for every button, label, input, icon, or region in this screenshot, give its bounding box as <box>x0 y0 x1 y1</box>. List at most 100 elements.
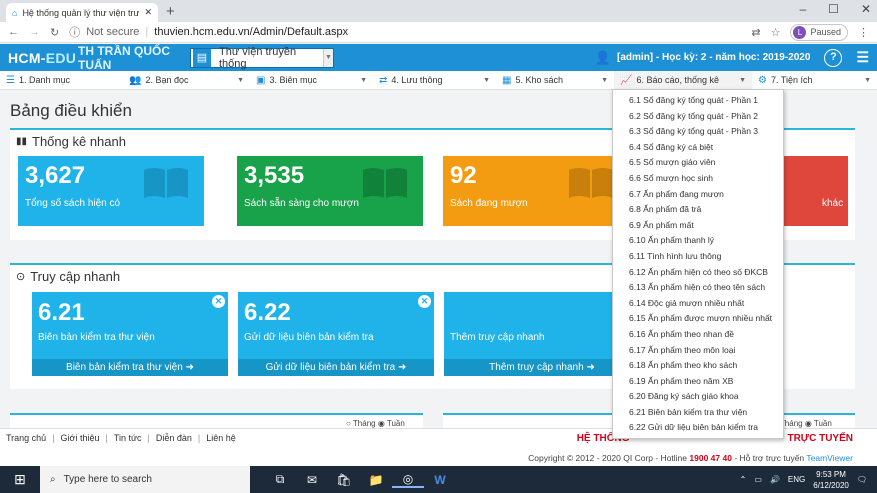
menu-item-bao-cao[interactable]: 📈 6. Báo cáo, thống kê ▼ <box>614 70 752 90</box>
url-text[interactable]: thuvien.hcm.edu.vn/Admin/Default.aspx <box>154 26 348 38</box>
footer-link-about[interactable]: Giới thiệu <box>61 433 100 443</box>
footer-copyright: Copyright © 2012 - 2020 QI Corp - Hotlin… <box>528 453 853 463</box>
quick-card-6-21[interactable]: ✕ 6.21 Biên bản kiểm tra thư viện Biên b… <box>32 292 228 376</box>
windows-start-icon[interactable]: ⊞ <box>0 471 40 488</box>
new-tab-button[interactable]: + <box>166 3 175 20</box>
back-icon[interactable]: ← <box>8 26 19 38</box>
chevron-down-icon: ▼ <box>739 76 746 84</box>
period-radio-left[interactable]: ○ Tháng ◉ Tuần <box>346 419 405 428</box>
dropdown-item[interactable]: 6.13 Ấn phẩm hiện có theo tên sách <box>613 280 783 296</box>
language-indicator[interactable]: ENG <box>788 475 805 484</box>
list-icon: ☰ <box>6 74 15 86</box>
help-icon[interactable]: ? <box>824 48 843 67</box>
minimize-icon[interactable]: – <box>799 2 806 16</box>
chevron-down-icon: ▼ <box>864 76 871 84</box>
stat-card-borrowed[interactable]: 92 Sách đang mượn <box>443 156 629 226</box>
chevron-down-icon[interactable]: ▼ <box>323 48 333 67</box>
stat-card-total[interactable]: 3,627 Tổng số sách hiện có <box>18 156 204 226</box>
dropdown-item[interactable]: 6.1 Sổ đăng ký tổng quát - Phần 1 <box>613 93 783 109</box>
dropdown-item[interactable]: 6.19 Ấn phẩm theo năm XB <box>613 374 783 390</box>
quick-footer-link[interactable]: Biên bản kiểm tra thư viện ➜ <box>32 359 228 376</box>
footer-link-news[interactable]: Tin tức <box>114 433 142 443</box>
menu-item-ban-doc[interactable]: 👥 2. Bạn đọc ▼ <box>123 71 250 90</box>
book-icon <box>363 168 407 198</box>
stats-title-text: Thống kê nhanh <box>32 134 126 149</box>
close-window-icon[interactable]: ✕ <box>861 2 871 16</box>
dropdown-item[interactable]: 6.7 Ấn phẩm đang mượn <box>613 187 783 203</box>
menu-item-kho-sach[interactable]: ▦ 5. Kho sách ▼ <box>496 71 614 90</box>
menu-toggle-icon[interactable]: ☰ <box>856 49 869 66</box>
chevron-up-icon[interactable]: ⌃ <box>740 475 747 484</box>
dropdown-item[interactable]: 6.8 Ấn phẩm đã trả <box>613 202 783 218</box>
dropdown-item[interactable]: 6.18 Ấn phẩm theo kho sách <box>613 358 783 374</box>
network-icon[interactable]: ▭ <box>754 475 762 484</box>
menu-item-danh-muc[interactable]: ☰ 1. Danh mục <box>0 71 123 90</box>
chrome-icon[interactable]: ◎ <box>392 472 424 488</box>
library-select[interactable]: ▤ Thư viện truyền thống ▼ <box>190 46 334 70</box>
dropdown-item[interactable]: 6.10 Ấn phẩm thanh lý <box>613 233 783 249</box>
taskbar-search[interactable]: ⌕ Type here to search <box>40 466 250 493</box>
main-menu: ☰ 1. Danh mục 👥 2. Bạn đọc ▼ ▣ 3. Biên mục ▼ … <box>0 70 877 90</box>
close-icon[interactable]: ✕ <box>212 295 225 308</box>
teamviewer-link[interactable]: TeamViewer <box>806 453 853 463</box>
quick-footer-link[interactable]: Thêm truy cập nhanh ➜ <box>444 359 640 376</box>
catalog-icon: ▣ <box>256 74 266 86</box>
dropdown-item[interactable]: 6.17 Ấn phẩm theo môn loại <box>613 343 783 359</box>
bookmark-star-icon[interactable]: ☆ <box>771 26 781 39</box>
profile-paused-button[interactable]: L Paused <box>790 23 848 41</box>
maximize-icon[interactable]: ☐ <box>828 2 839 16</box>
dropdown-item[interactable]: 6.6 Sổ mượn học sinh <box>613 171 783 187</box>
close-tab-icon[interactable]: ✕ <box>144 7 152 18</box>
forward-icon[interactable]: → <box>29 26 40 38</box>
task-view-icon[interactable]: ⧉ <box>264 472 296 487</box>
dropdown-item[interactable]: 6.20 Đăng ký sách giáo khoa <box>613 389 783 405</box>
dropdown-item[interactable]: 6.9 Ấn phẩm mất <box>613 218 783 234</box>
clock-time: 9:53 PM <box>816 469 846 479</box>
stat-card-available[interactable]: 3,535 Sách sẵn sàng cho mượn <box>237 156 423 226</box>
translate-icon[interactable]: ⇄ <box>751 26 760 39</box>
reload-icon[interactable]: ↻ <box>50 26 59 39</box>
book-icon <box>569 168 613 198</box>
omnibox[interactable]: ⓘ Not secure | thuvien.hcm.edu.vn/Admin/… <box>69 24 348 40</box>
word-icon[interactable]: W <box>424 473 456 487</box>
volume-icon[interactable]: 🔊 <box>770 475 780 484</box>
more-menu-icon[interactable]: ⋮ <box>858 26 869 39</box>
dropdown-item[interactable]: 6.14 Độc giả mượn nhiều nhất <box>613 296 783 312</box>
store-icon[interactable]: 🛍 <box>328 473 360 487</box>
notification-icon[interactable]: 🗨 <box>857 475 867 484</box>
folder-icon[interactable]: 📁 <box>360 473 392 487</box>
hotline-number[interactable]: 1900 47 40 <box>689 453 732 463</box>
dropdown-item[interactable]: 6.4 Sổ đăng ký cá biệt <box>613 140 783 156</box>
compass-icon: ⊙ <box>16 271 26 283</box>
info-icon[interactable]: ⓘ <box>69 24 80 40</box>
dropdown-item[interactable]: 6.22 Gửi dữ liệu biên bản kiểm tra <box>613 420 783 436</box>
arrow-right-icon: ➜ <box>185 362 194 373</box>
footer-link-forum[interactable]: Diễn đàn <box>156 433 192 443</box>
footer-link-home[interactable]: Trang chủ <box>6 433 46 443</box>
menu-item-bien-muc[interactable]: ▣ 3. Biên mục ▼ <box>250 71 373 90</box>
browser-actions: ⇄ ☆ L Paused ⋮ <box>751 23 869 41</box>
dropdown-item[interactable]: 6.11 Tình hình lưu thông <box>613 249 783 265</box>
dropdown-item[interactable]: 6.15 Ấn phẩm được mượn nhiều nhất <box>613 311 783 327</box>
footer-link-contact[interactable]: Liên hệ <box>206 433 236 443</box>
dropdown-item[interactable]: 6.3 Sổ đăng ký tổng quát - Phần 3 <box>613 124 783 140</box>
dropdown-item[interactable]: 6.2 Sổ đăng ký tổng quát - Phần 2 <box>613 109 783 125</box>
menu-item-tien-ich[interactable]: ⚙ 7. Tiện ích ▼ <box>752 71 877 90</box>
quick-card-add[interactable]: Thêm truy cập nhanh Thêm truy cập nhanh … <box>444 292 640 376</box>
dropdown-item[interactable]: 6.5 Sổ mượn giáo viên <box>613 155 783 171</box>
browser-tab-strip: ⌂ Hệ thống quản lý thư viện trườ ✕ + – ☐… <box>0 0 877 22</box>
quick-card-6-22[interactable]: ✕ 6.22 Gửi dữ liệu biên bản kiểm tra Gửi… <box>238 292 434 376</box>
menu-item-luu-thong[interactable]: ⇄ 4. Lưu thông ▼ <box>373 71 496 90</box>
brand-logo[interactable]: HCM-EDU <box>0 50 78 66</box>
browser-tab[interactable]: ⌂ Hệ thống quản lý thư viện trườ ✕ <box>6 3 158 22</box>
quick-footer-link[interactable]: Gửi dữ liệu biên bản kiểm tra ➜ <box>238 359 434 376</box>
close-icon[interactable]: ✕ <box>418 295 431 308</box>
library-icon: ▤ <box>193 48 211 67</box>
clock[interactable]: 9:53 PM 6/12/2020 <box>813 469 849 491</box>
app-header: HCM-EDU TH TRẦN QUỐC TUẤN ▤ Thư viện tru… <box>0 44 877 72</box>
dropdown-item[interactable]: 6.12 Ấn phẩm hiện có theo số ĐKCB <box>613 265 783 281</box>
dropdown-item[interactable]: 6.16 Ấn phẩm theo nhan đề <box>613 327 783 343</box>
mail-icon[interactable]: ✉ <box>296 473 328 487</box>
user-info[interactable]: 👤 [admin] - Học kỳ: 2 - năm học: 2019-20… <box>595 48 877 67</box>
dropdown-item[interactable]: 6.21 Biên bản kiểm tra thư viện <box>613 405 783 421</box>
